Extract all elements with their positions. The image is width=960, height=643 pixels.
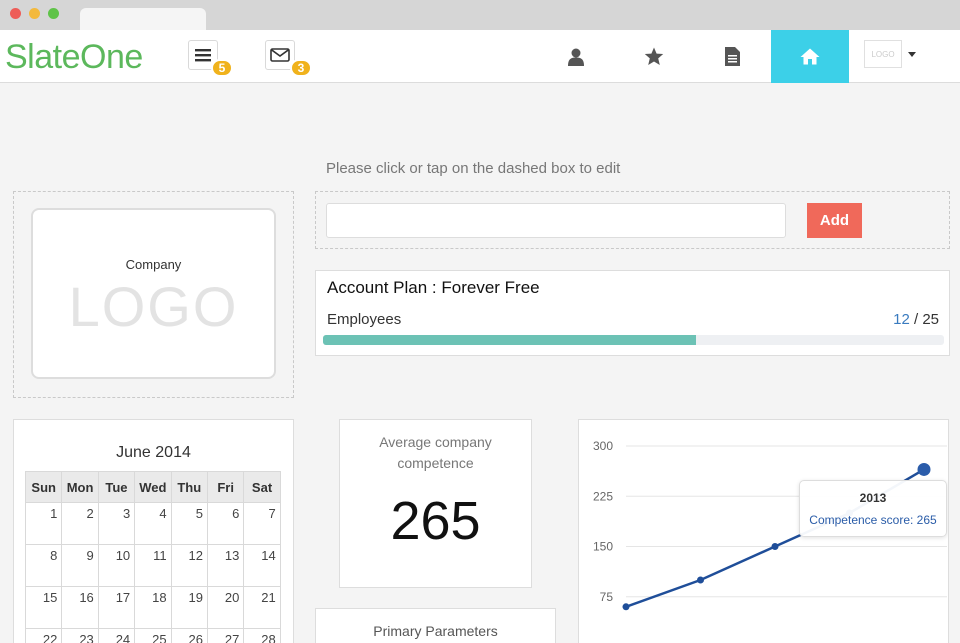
star-icon	[644, 47, 664, 65]
calendar-weekday: Fri	[206, 471, 245, 503]
employees-label: Employees	[327, 311, 402, 328]
calendar-widget: June 2014 Sun Mon Tue Wed Thu Fri Sat 12345678…	[13, 419, 294, 643]
calendar-day[interactable]: 16	[61, 586, 99, 629]
chart-data-point[interactable]	[917, 462, 931, 476]
edit-hint: Please click or tap on the dashed box to…	[326, 160, 621, 177]
calendar-day[interactable]: 14	[243, 544, 281, 587]
account-plan-card: Account Plan : Forever Free Employees 12…	[315, 270, 950, 356]
calendar-day[interactable]: 11	[134, 544, 172, 587]
tooltip-score: Competence score: 265	[809, 513, 937, 527]
calendar-day[interactable]: 3	[97, 502, 136, 545]
plan-separator: :	[427, 278, 442, 297]
employees-count: 12 / 25	[893, 311, 939, 328]
account-dropdown-caret[interactable]	[908, 52, 916, 57]
competence-card: Average company competence 265	[339, 419, 532, 588]
competence-chart: 300 225 150 75 2013 Competence score: 265	[578, 419, 949, 643]
calendar-week-row: 15 16 17 18 19 20 21	[24, 586, 281, 629]
menu-count-badge: 5	[211, 59, 233, 77]
calendar-day[interactable]: 1	[24, 502, 63, 545]
calendar-weekday: Wed	[134, 471, 172, 503]
messages-count-badge: 3	[290, 59, 312, 77]
chart-data-point[interactable]	[622, 603, 630, 611]
calendar-day[interactable]: 25	[134, 628, 172, 643]
chart-y-tick-label: 150	[593, 540, 613, 554]
company-logo-thumbnail[interactable]: LOGO	[864, 40, 902, 68]
home-button[interactable]	[771, 30, 849, 83]
brand-logo[interactable]: SlateOne	[5, 38, 143, 77]
employees-progress-bar	[323, 335, 944, 345]
calendar-day[interactable]: 4	[134, 502, 172, 545]
calendar-week-row: 1234567	[24, 502, 281, 545]
calendar-day[interactable]: 22	[24, 628, 63, 643]
browser-tab[interactable]	[80, 8, 206, 30]
plan-label: Account Plan	[327, 278, 428, 297]
calendar-month-title: June 2014	[116, 444, 191, 461]
favorites-button[interactable]	[615, 30, 693, 83]
logo-placeholder-text: LOGO	[68, 275, 239, 338]
calendar-day[interactable]: 20	[206, 586, 245, 629]
envelope-icon	[270, 48, 290, 62]
calendar-day[interactable]: 26	[170, 628, 208, 643]
calendar-day[interactable]: 2	[61, 502, 99, 545]
calendar-day[interactable]: 9	[61, 544, 99, 587]
chart-data-point[interactable]	[771, 543, 779, 550]
plan-value: Forever Free	[441, 278, 540, 297]
calendar-day[interactable]: 27	[206, 628, 245, 643]
user-icon	[568, 48, 584, 66]
calendar-weekday: Sun	[24, 471, 63, 503]
calendar-day[interactable]: 8	[24, 544, 63, 587]
chart-y-tick-label: 75	[600, 590, 614, 604]
tooltip-year: 2013	[859, 491, 887, 505]
employees-total: 25	[922, 311, 939, 328]
home-icon	[800, 48, 820, 65]
calendar-week-row: 8 9 10 11 12 13 14	[24, 544, 281, 587]
competence-value: 265	[390, 491, 481, 551]
employees-sep: /	[909, 311, 923, 328]
calendar-day[interactable]: 15	[24, 586, 63, 629]
calendar-weekday: Thu	[170, 471, 208, 503]
chart-data-point[interactable]	[697, 576, 704, 584]
calendar-day[interactable]: 7	[243, 502, 281, 545]
employees-progress-fill	[323, 335, 696, 345]
competence-title: Average company competence	[379, 434, 492, 471]
calendar-day[interactable]: 19	[170, 586, 208, 629]
plan-title: Account Plan : Forever Free	[327, 278, 540, 298]
browser-chrome	[0, 0, 960, 30]
bars-icon	[195, 49, 211, 62]
calendar-day[interactable]: 23	[61, 628, 99, 643]
calendar-weekday: Mon	[61, 471, 99, 503]
calendar-day[interactable]: 24	[97, 628, 136, 643]
close-window-dot[interactable]	[10, 8, 21, 19]
primary-parameters-card: Primary Parameters	[315, 608, 556, 643]
calendar-grid: Sun Mon Tue Wed Thu Fri Sat 1 2 3 4 5 6 7 8 9 10 11 12 13 1…	[24, 471, 281, 643]
item-input[interactable]	[326, 203, 786, 238]
calendar-weekday: Sat	[243, 471, 281, 503]
primary-parameters-title: Primary Parameters	[373, 623, 498, 639]
calendar-day[interactable]: 18	[134, 586, 172, 629]
calendar-day[interactable]: 5	[170, 502, 208, 545]
company-logo-card[interactable]: Company LOGO	[31, 208, 276, 379]
employees-used: 12	[893, 311, 910, 328]
add-button[interactable]: Add	[807, 203, 862, 238]
profile-button[interactable]	[537, 30, 615, 83]
calendar-day[interactable]: 13	[206, 544, 245, 587]
logo-company-label: Company	[125, 257, 182, 272]
calendar-day[interactable]: 12	[170, 544, 208, 587]
documents-button[interactable]	[693, 30, 771, 83]
calendar-day[interactable]: 28	[243, 628, 281, 643]
chart-tooltip: 2013 Competence score: 265	[799, 480, 947, 537]
calendar-day[interactable]: 6	[206, 502, 245, 545]
maximize-window-dot[interactable]	[48, 8, 59, 19]
minimize-window-dot[interactable]	[29, 8, 40, 19]
calendar-day[interactable]: 17	[97, 586, 136, 629]
chart-y-tick-label: 225	[593, 489, 613, 503]
calendar-weekday: Tue	[97, 471, 136, 503]
chart-y-tick-label: 300	[593, 439, 613, 453]
calendar-day[interactable]: 21	[243, 586, 281, 629]
calendar-week-row: 22 23 24 25 26 27 28	[24, 628, 281, 643]
file-icon	[724, 47, 740, 66]
calendar-day[interactable]: 10	[97, 544, 136, 587]
